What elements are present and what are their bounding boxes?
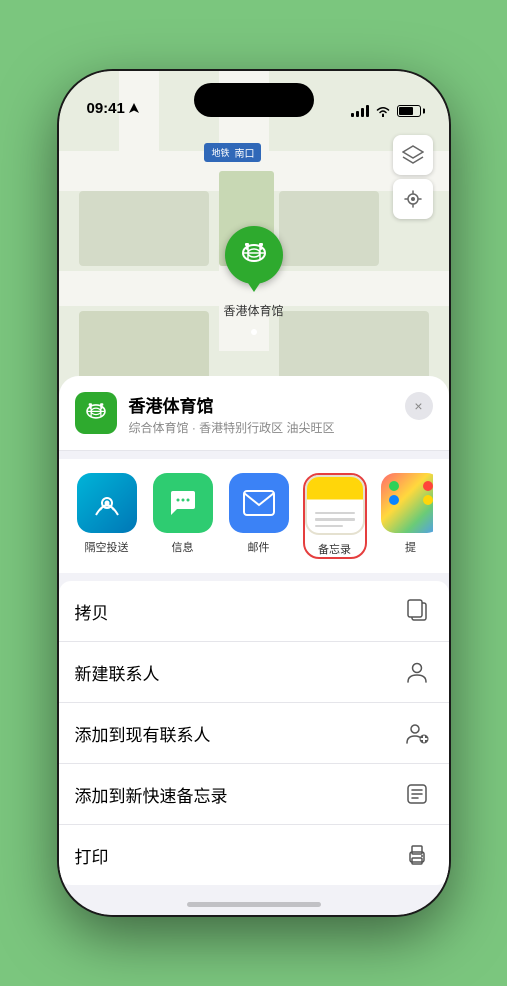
notes-label: 备忘录 [318,541,351,557]
mail-app-icon [229,473,289,533]
subway-label: 地铁 南口 [204,143,261,162]
venue-stadium-icon [83,400,109,426]
messages-label: 信息 [172,539,194,555]
share-item-messages[interactable]: 信息 [151,473,215,559]
wifi-icon [375,105,391,117]
location-description: 综合体育馆 · 香港特别行政区 油尖旺区 [129,419,393,436]
person-add-icon [401,717,433,749]
status-time: 09:41 [87,100,139,117]
share-item-more[interactable]: 提 [379,473,433,559]
layers-icon [402,145,424,165]
share-item-airdrop[interactable]: 隔空投送 [75,473,139,559]
more-label: 提 [405,539,416,555]
pin-circle [224,226,282,284]
airdrop-icon [77,473,137,533]
location-arrow-icon [129,103,139,115]
airdrop-label: 隔空投送 [85,539,129,555]
action-rows: 拷贝 新建联系人 [59,581,449,885]
action-row-add-contact[interactable]: 添加到现有联系人 [59,703,449,764]
person-icon [401,656,433,688]
action-label-copy: 拷贝 [75,599,109,624]
phone-frame: 09:41 [59,71,449,915]
messages-icon [153,473,213,533]
signal-icon [351,105,369,117]
battery-icon [397,105,421,117]
action-row-copy[interactable]: 拷贝 [59,581,449,642]
clock: 09:41 [87,100,125,117]
share-items-list: 隔空投送 信息 [75,473,433,559]
phone-screen: 09:41 [59,71,449,915]
location-info: 香港体育馆 综合体育馆 · 香港特别行政区 油尖旺区 [129,392,393,436]
print-icon [401,839,433,871]
action-row-new-contact[interactable]: 新建联系人 [59,642,449,703]
action-label-quick-note: 添加到新快速备忘录 [75,782,228,807]
share-item-mail[interactable]: 邮件 [227,473,291,559]
bottom-sheet: 香港体育馆 综合体育馆 · 香港特别行政区 油尖旺区 × [59,376,449,915]
venue-icon [75,392,117,434]
copy-icon [401,595,433,627]
action-label-add-contact: 添加到现有联系人 [75,721,211,746]
share-item-notes[interactable]: 备忘录 [303,473,367,559]
location-name: 香港体育馆 [129,392,393,417]
compass-icon [404,190,422,208]
home-indicator-area [59,885,449,915]
dynamic-island [194,83,314,117]
location-header: 香港体育馆 综合体育馆 · 香港特别行政区 油尖旺区 × [59,376,449,451]
pin-label: 香港体育馆 [223,302,283,319]
note-icon [401,778,433,810]
action-row-print[interactable]: 打印 [59,825,449,885]
pin-dot [250,329,256,335]
close-button[interactable]: × [405,392,433,420]
more-icon [381,473,433,533]
status-icons [351,105,421,117]
action-label-new-contact: 新建联系人 [75,660,160,685]
location-button[interactable] [393,179,433,219]
mail-label: 邮件 [248,539,270,555]
location-pin[interactable]: 香港体育馆 [223,226,283,319]
share-row: 隔空投送 信息 [59,459,449,573]
map-controls [393,135,433,223]
map-layers-button[interactable] [393,135,433,175]
stadium-icon [237,239,269,271]
notes-app-icon [305,475,365,535]
home-indicator [187,902,321,907]
action-label-print: 打印 [75,843,109,868]
action-row-quick-note[interactable]: 添加到新快速备忘录 [59,764,449,825]
